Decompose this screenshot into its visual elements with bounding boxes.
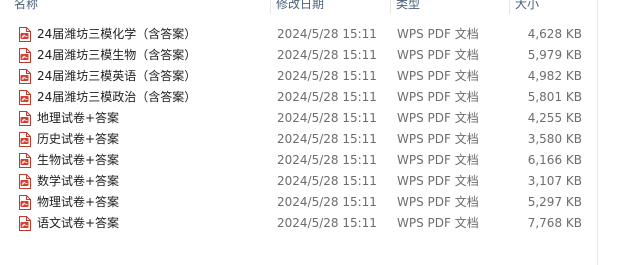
file-size: 6,166 KB — [527, 153, 582, 167]
file-type: WPS PDF 文档 — [397, 132, 479, 146]
file-name: 24届潍坊三模生物（含答案） — [37, 48, 197, 62]
file-row[interactable]: 24届潍坊三模化学（含答案） 2024/5/28 15:11 WPS PDF 文… — [0, 24, 600, 45]
file-type: WPS PDF 文档 — [397, 153, 479, 167]
file-name: 24届潍坊三模化学（含答案） — [37, 27, 197, 41]
pane-divider — [597, 0, 598, 265]
file-name: 生物试卷+答案 — [37, 153, 120, 167]
file-name: 历史试卷+答案 — [37, 132, 120, 146]
file-row[interactable]: 物理试卷+答案 2024/5/28 15:11 WPS PDF 文档 5,297… — [0, 192, 600, 213]
file-row[interactable]: 24届潍坊三模生物（含答案） 2024/5/28 15:11 WPS PDF 文… — [0, 45, 600, 66]
file-modified-date: 2024/5/28 15:11 — [277, 27, 377, 41]
file-type: WPS PDF 文档 — [397, 174, 479, 188]
pdf-file-icon — [18, 195, 31, 210]
column-divider[interactable] — [270, 0, 271, 14]
pdf-file-icon — [18, 48, 31, 63]
file-type: WPS PDF 文档 — [397, 111, 479, 125]
file-name: 24届潍坊三模英语（含答案） — [37, 69, 197, 83]
file-explorer-list: 名称 修改日期 类型 大小 24届潍坊三模化学（含答案） 2024/5/28 1… — [0, 0, 630, 265]
column-divider[interactable] — [509, 0, 510, 14]
file-row[interactable]: 历史试卷+答案 2024/5/28 15:11 WPS PDF 文档 3,580… — [0, 129, 600, 150]
file-type: WPS PDF 文档 — [397, 90, 479, 104]
file-size: 4,982 KB — [527, 69, 582, 83]
file-row[interactable]: 24届潍坊三模政治（含答案） 2024/5/28 15:11 WPS PDF 文… — [0, 87, 600, 108]
file-modified-date: 2024/5/28 15:11 — [277, 48, 377, 62]
file-row[interactable]: 数学试卷+答案 2024/5/28 15:11 WPS PDF 文档 3,107… — [0, 171, 600, 192]
pdf-file-icon — [18, 69, 31, 84]
file-modified-date: 2024/5/28 15:11 — [277, 153, 377, 167]
column-header-type[interactable]: 类型 — [396, 0, 420, 14]
file-name: 语文试卷+答案 — [37, 216, 120, 230]
file-size: 5,979 KB — [527, 48, 582, 62]
file-modified-date: 2024/5/28 15:11 — [277, 195, 377, 209]
pdf-file-icon — [18, 111, 31, 126]
file-size: 5,297 KB — [527, 195, 582, 209]
file-modified-date: 2024/5/28 15:11 — [277, 174, 377, 188]
file-modified-date: 2024/5/28 15:11 — [277, 216, 377, 230]
file-type: WPS PDF 文档 — [397, 216, 479, 230]
file-type: WPS PDF 文档 — [397, 27, 479, 41]
column-header-date[interactable]: 修改日期 — [276, 0, 324, 14]
file-size: 7,768 KB — [527, 216, 582, 230]
file-modified-date: 2024/5/28 15:11 — [277, 111, 377, 125]
file-name: 24届潍坊三模政治（含答案） — [37, 90, 197, 104]
file-size: 4,255 KB — [527, 111, 582, 125]
file-type: WPS PDF 文档 — [397, 69, 479, 83]
file-size: 3,580 KB — [527, 132, 582, 146]
pdf-file-icon — [18, 90, 31, 105]
file-name: 地理试卷+答案 — [37, 111, 120, 125]
column-header-bar: 名称 修改日期 类型 大小 — [0, 0, 630, 14]
file-type: WPS PDF 文档 — [397, 48, 479, 62]
column-header-name[interactable]: 名称 — [14, 0, 38, 14]
file-row[interactable]: 24届潍坊三模英语（含答案） 2024/5/28 15:11 WPS PDF 文… — [0, 66, 600, 87]
file-list: 24届潍坊三模化学（含答案） 2024/5/28 15:11 WPS PDF 文… — [0, 24, 630, 234]
file-row[interactable]: 地理试卷+答案 2024/5/28 15:11 WPS PDF 文档 4,255… — [0, 108, 600, 129]
file-name: 数学试卷+答案 — [37, 174, 120, 188]
file-row[interactable]: 语文试卷+答案 2024/5/28 15:11 WPS PDF 文档 7,768… — [0, 213, 600, 234]
pdf-file-icon — [18, 27, 31, 42]
file-name: 物理试卷+答案 — [37, 195, 120, 209]
file-modified-date: 2024/5/28 15:11 — [277, 132, 377, 146]
file-size: 4,628 KB — [527, 27, 582, 41]
file-size: 5,801 KB — [527, 90, 582, 104]
pdf-file-icon — [18, 174, 31, 189]
pdf-file-icon — [18, 216, 31, 231]
file-row[interactable]: 生物试卷+答案 2024/5/28 15:11 WPS PDF 文档 6,166… — [0, 150, 600, 171]
pdf-file-icon — [18, 153, 31, 168]
column-header-size[interactable]: 大小 — [515, 0, 539, 14]
file-type: WPS PDF 文档 — [397, 195, 479, 209]
column-divider[interactable] — [390, 0, 391, 14]
file-modified-date: 2024/5/28 15:11 — [277, 90, 377, 104]
pdf-file-icon — [18, 132, 31, 147]
file-size: 3,107 KB — [527, 174, 582, 188]
file-modified-date: 2024/5/28 15:11 — [277, 69, 377, 83]
